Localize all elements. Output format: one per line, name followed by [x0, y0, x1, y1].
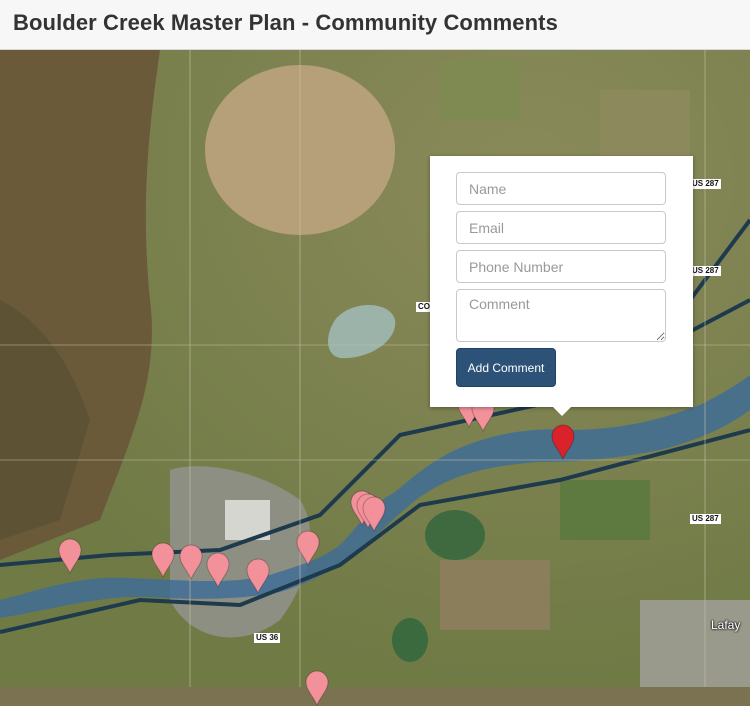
- app-header: Boulder Creek Master Plan - Community Co…: [0, 0, 750, 50]
- map-marker-icon[interactable]: [246, 558, 270, 594]
- field-patch: [560, 480, 650, 540]
- green-lake: [392, 618, 428, 662]
- field-patch: [600, 90, 690, 160]
- road-label-us287: US 287: [690, 179, 721, 189]
- place-label-lafayette: Lafay: [711, 618, 741, 632]
- map-marker-icon[interactable]: [206, 552, 230, 588]
- green-lake: [425, 510, 485, 560]
- comment-popup: Add Comment: [430, 156, 693, 416]
- name-input[interactable]: [456, 172, 666, 205]
- map-marker-icon[interactable]: [305, 670, 329, 706]
- field-patch: [440, 560, 550, 630]
- road-label-us36: US 36: [254, 633, 281, 643]
- map-marker-icon[interactable]: [179, 544, 203, 580]
- email-input[interactable]: [456, 211, 666, 244]
- phone-number-input[interactable]: [456, 250, 666, 283]
- road-label-us287: US 287: [690, 266, 721, 276]
- add-comment-button[interactable]: Add Comment: [456, 348, 556, 387]
- comment-textarea[interactable]: [456, 289, 666, 342]
- town-area: [640, 600, 750, 687]
- field-patch: [440, 60, 520, 120]
- page-title: Boulder Creek Master Plan - Community Co…: [13, 10, 558, 35]
- map-marker-icon[interactable]: [151, 542, 175, 578]
- map-marker-icon[interactable]: [296, 530, 320, 566]
- road-label-us287: US 287: [690, 514, 721, 524]
- map-marker-icon[interactable]: [58, 538, 82, 574]
- map-marker-icon[interactable]: [362, 496, 386, 532]
- map-marker-icon-active[interactable]: [551, 424, 575, 460]
